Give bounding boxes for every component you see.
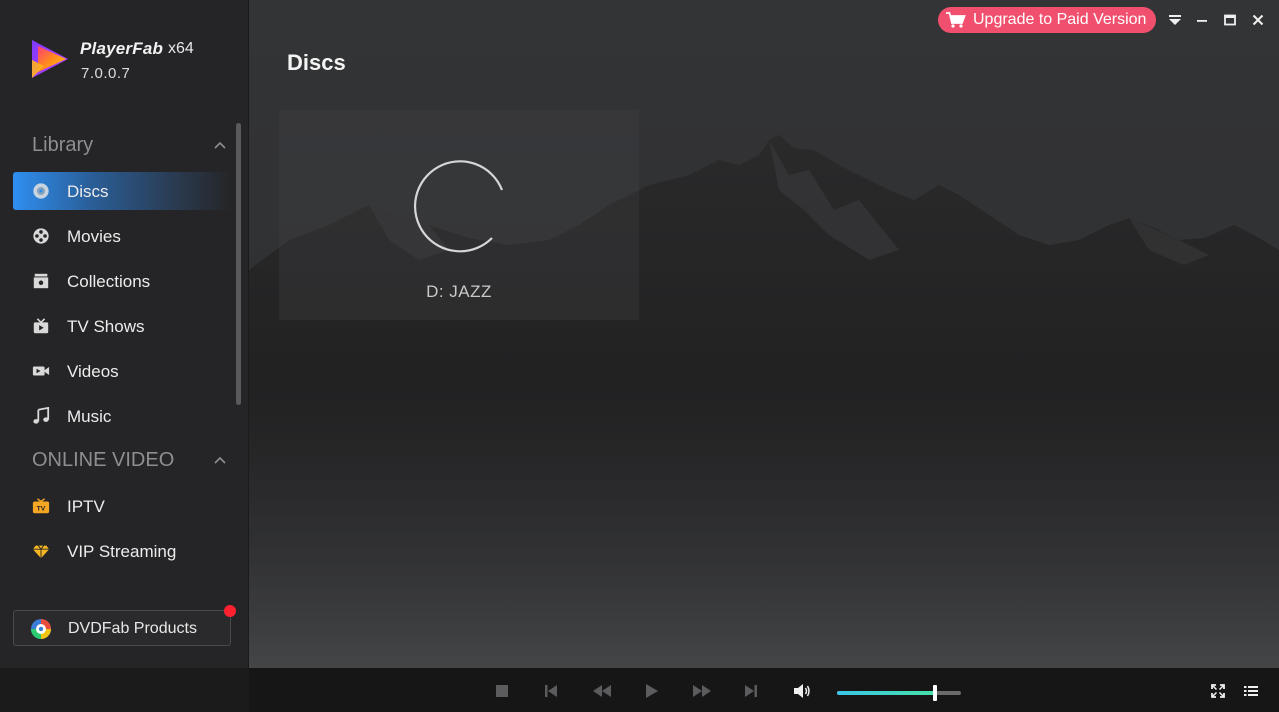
skip-next-icon[interactable] <box>743 683 759 699</box>
stop-icon[interactable] <box>494 683 510 699</box>
play-icon[interactable] <box>643 683 659 699</box>
minimize-icon[interactable] <box>1194 12 1210 28</box>
disc-label: D: JAZZ <box>426 282 492 301</box>
sidebar-item-label: Collections <box>67 272 151 291</box>
sidebar-item-label: Videos <box>67 362 119 381</box>
upgrade-label: Upgrade to Paid Version <box>973 11 1147 28</box>
skip-previous-icon[interactable] <box>543 683 559 699</box>
shopping-cart-icon <box>946 12 966 28</box>
main-content: Discs D: JAZZ Upgrade to Paid Version <box>249 0 1279 668</box>
dvdfab-products-button[interactable]: DVDFab Products <box>13 605 236 646</box>
playlist-icon[interactable] <box>1243 683 1259 699</box>
svg-text:TV: TV <box>37 506 46 513</box>
film-reel-icon <box>33 228 49 244</box>
sidebar-item-videos[interactable]: Videos <box>13 352 231 390</box>
maximize-icon[interactable] <box>1222 12 1238 28</box>
volume-slider-handle[interactable] <box>932 685 937 701</box>
sidebar-item-tv-shows[interactable]: TV Shows <box>13 307 231 345</box>
library-header-label: Library <box>32 134 94 156</box>
sidebar-item-label: TV Shows <box>67 317 145 336</box>
app-arch: x64 <box>168 40 194 57</box>
app-name: PlayerFab <box>80 39 164 58</box>
player-bar <box>0 668 1279 712</box>
sidebar-item-discs[interactable]: Discs <box>13 172 231 210</box>
tv-icon <box>33 318 49 334</box>
iptv-icon: TV <box>32 498 50 514</box>
dropdown-menu-icon[interactable] <box>1167 12 1183 28</box>
fullscreen-icon[interactable] <box>1210 683 1226 699</box>
sidebar-item-vip-streaming[interactable]: VIP Streaming <box>13 532 231 570</box>
volume-slider[interactable] <box>837 685 961 701</box>
video-camera-icon <box>32 366 50 376</box>
collection-box-icon <box>33 273 49 289</box>
page-title: Discs <box>287 50 346 75</box>
upgrade-button[interactable]: Upgrade to Paid Version <box>938 7 1156 33</box>
dvdfab-logo-icon <box>31 619 51 639</box>
chevron-up-icon[interactable] <box>214 140 226 152</box>
music-note-icon <box>33 407 50 424</box>
loading-spinner-icon <box>413 160 504 253</box>
disc-icon <box>33 183 49 199</box>
mountain-background-image <box>249 0 1279 668</box>
sidebar-item-label: VIP Streaming <box>67 542 177 561</box>
rewind-icon[interactable] <box>592 683 612 699</box>
app-version: 7.0.0.7 <box>81 65 131 82</box>
sidebar-item-music[interactable]: Music <box>13 397 231 435</box>
sidebar: PlayerFab x64 7.0.0.7 Library Discs Movi… <box>0 0 249 668</box>
sidebar-item-label: IPTV <box>67 497 105 516</box>
sidebar-item-collections[interactable]: Collections <box>13 262 231 300</box>
library-section-header[interactable]: Library <box>32 134 232 162</box>
sidebar-scrollbar[interactable] <box>236 123 241 405</box>
sidebar-item-iptv[interactable]: TV IPTV <box>13 487 231 525</box>
disc-card[interactable]: D: JAZZ <box>279 110 639 320</box>
diamond-icon <box>32 545 50 559</box>
fast-forward-icon[interactable] <box>692 683 712 699</box>
volume-icon[interactable] <box>793 683 811 699</box>
volume-slider-fill <box>837 691 935 695</box>
sidebar-item-label: Discs <box>67 182 109 201</box>
sidebar-item-label: Music <box>67 407 112 426</box>
sidebar-item-label: Movies <box>67 227 121 246</box>
dvdfab-products-label: DVDFab Products <box>68 620 197 637</box>
player-bar-left <box>0 668 249 712</box>
online-header-label: ONLINE VIDEO <box>32 449 175 471</box>
playerfab-logo <box>32 40 68 78</box>
close-icon[interactable] <box>1250 12 1266 28</box>
online-video-section-header[interactable]: ONLINE VIDEO <box>32 449 232 477</box>
chevron-up-icon[interactable] <box>214 455 226 467</box>
notification-dot <box>224 605 236 617</box>
sidebar-item-movies[interactable]: Movies <box>13 217 231 255</box>
